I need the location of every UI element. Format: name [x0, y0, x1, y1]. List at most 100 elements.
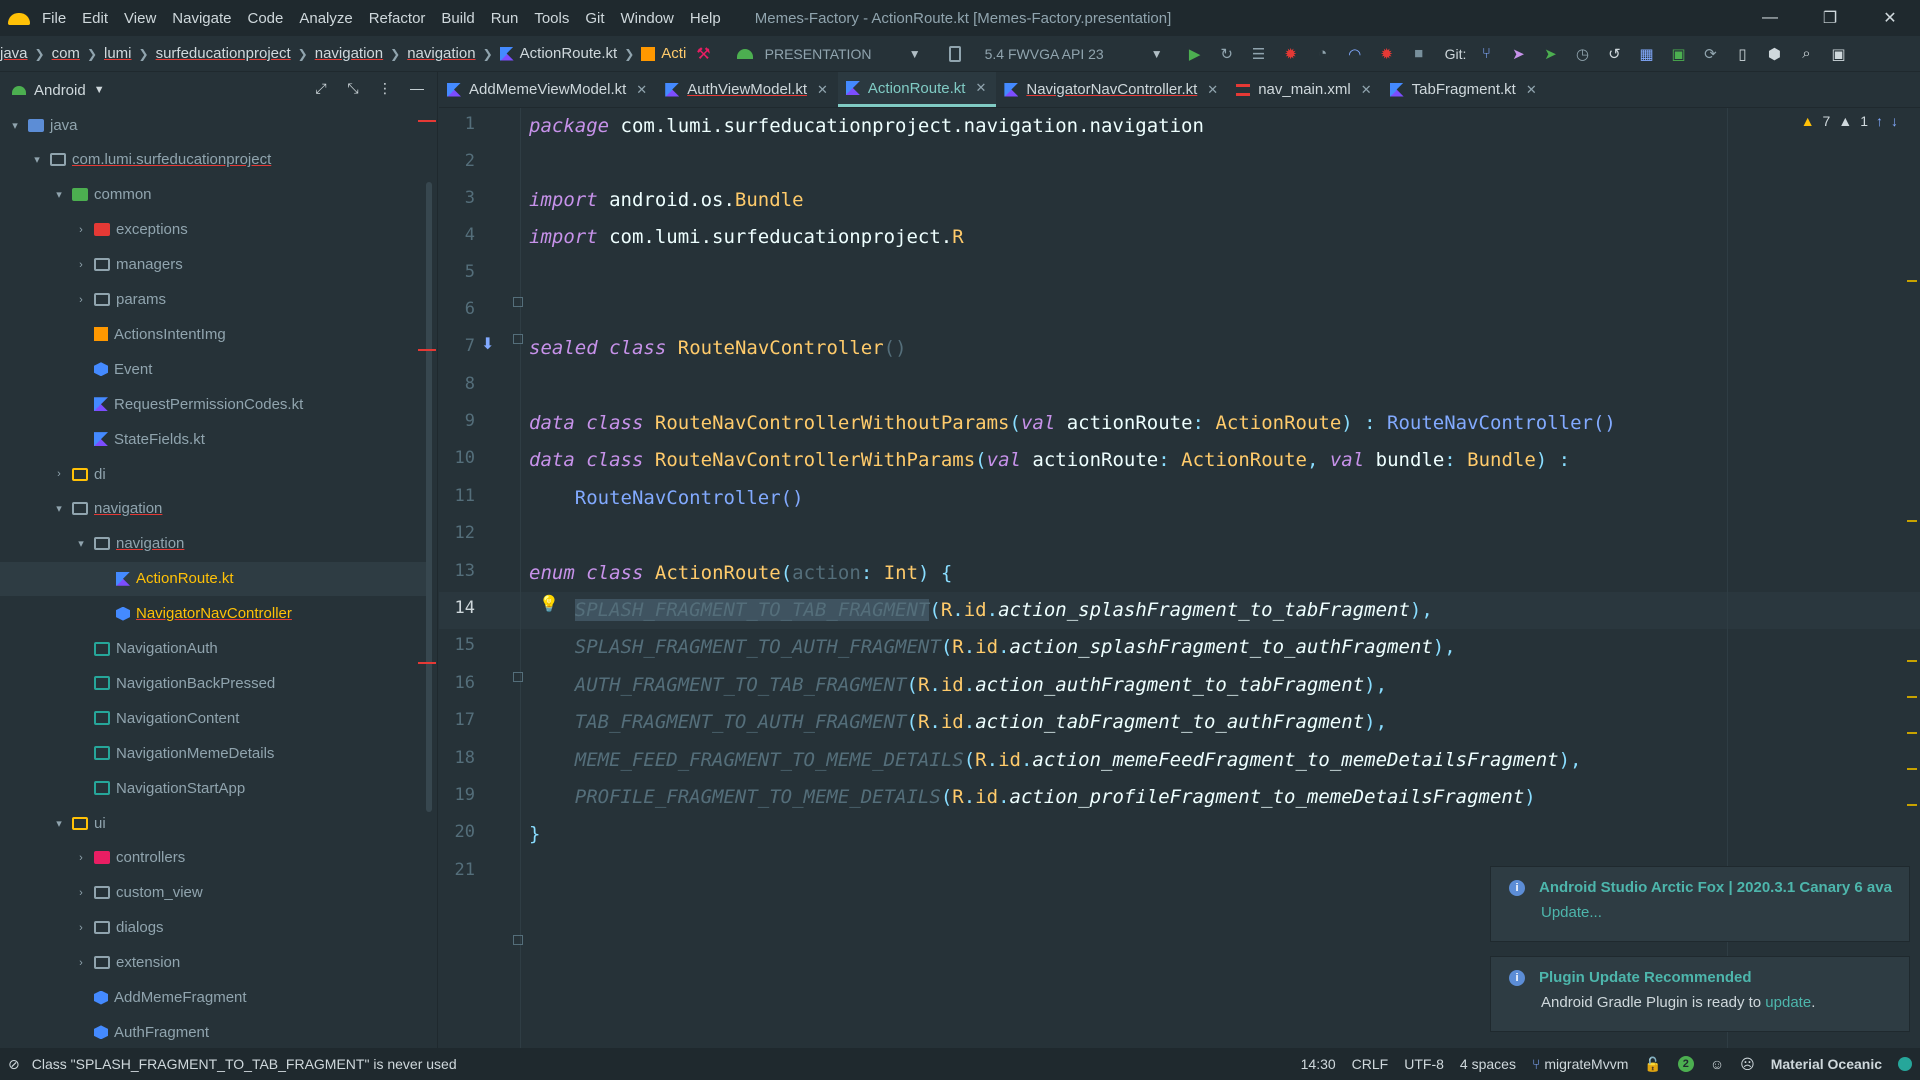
- editor-tab[interactable]: NavigatorNavController.kt ✕: [996, 72, 1228, 107]
- event-log-count[interactable]: 2: [1677, 1056, 1694, 1072]
- sync-gradle-icon[interactable]: ⟳: [1699, 43, 1721, 65]
- tree-item[interactable]: AddMemeFragment: [0, 981, 430, 1015]
- apply-changes-icon[interactable]: ↻: [1216, 43, 1238, 65]
- close-icon[interactable]: ✕: [636, 82, 647, 98]
- previous-highlight-icon[interactable]: ↑: [1876, 113, 1883, 129]
- apply-code-changes-icon[interactable]: ☰: [1248, 43, 1270, 65]
- profile-icon[interactable]: ◠: [1344, 43, 1366, 65]
- tree-item[interactable]: ▾ navigation: [0, 527, 430, 561]
- chevron-right-icon[interactable]: ›: [74, 259, 88, 271]
- tree-item[interactable]: ▾ common: [0, 178, 430, 212]
- breadcrumb-navigation-sub[interactable]: navigation: [407, 45, 475, 62]
- chevron-down-icon[interactable]: ▾: [74, 537, 88, 550]
- menu-edit[interactable]: Edit: [82, 10, 108, 27]
- tree-item[interactable]: ▾ ui: [0, 806, 430, 840]
- tree-item[interactable]: › exceptions: [0, 213, 430, 247]
- tree-item[interactable]: ▾ java: [0, 108, 430, 142]
- feedback-icon[interactable]: ☹: [1740, 1056, 1755, 1073]
- chevron-right-icon[interactable]: ›: [74, 887, 88, 899]
- collapse-all-icon[interactable]: ⤡: [343, 80, 363, 100]
- tree-item[interactable]: › custom_view: [0, 876, 430, 910]
- tree-item[interactable]: NavigatorNavController: [0, 597, 430, 631]
- expand-all-icon[interactable]: ⤢: [311, 80, 331, 100]
- chevron-right-icon[interactable]: ›: [74, 957, 88, 969]
- chevron-right-icon[interactable]: ›: [74, 224, 88, 236]
- chevron-right-icon[interactable]: ›: [74, 852, 88, 864]
- chevron-down-icon[interactable]: ▾: [30, 153, 44, 166]
- tree-item[interactable]: NavigationMemeDetails: [0, 736, 430, 770]
- tree-item[interactable]: › controllers: [0, 841, 430, 875]
- history-icon[interactable]: ◷: [1571, 43, 1593, 65]
- menu-navigate[interactable]: Navigate: [172, 10, 231, 27]
- git-push-icon[interactable]: ➤: [1539, 43, 1561, 65]
- search-icon[interactable]: ⌕: [1795, 43, 1817, 65]
- tree-item[interactable]: › extension: [0, 946, 430, 980]
- editor-tab[interactable]: AuthViewModel.kt ✕: [657, 72, 838, 107]
- line-separator[interactable]: CRLF: [1352, 1056, 1389, 1072]
- inspection-summary[interactable]: ▲ 7 ▲ 1 ↑ ↓: [1801, 108, 1898, 134]
- git-branch[interactable]: migrateMvvm: [1544, 1056, 1628, 1072]
- tree-item[interactable]: RequestPermissionCodes.kt: [0, 387, 430, 421]
- menu-analyze[interactable]: Analyze: [299, 10, 352, 27]
- notification-ide-update[interactable]: i Android Studio Arctic Fox | 2020.3.1 Ca…: [1490, 866, 1910, 942]
- breadcrumb-navigation[interactable]: navigation: [315, 45, 383, 62]
- editor-tab[interactable]: AddMemeViewModel.kt ✕: [439, 72, 657, 107]
- hector-icon[interactable]: ☺: [1710, 1056, 1724, 1072]
- fold-icon[interactable]: [513, 334, 523, 344]
- close-icon[interactable]: ✕: [817, 82, 828, 98]
- chevron-right-icon[interactable]: ›: [52, 468, 66, 480]
- breadcrumb-com[interactable]: com: [52, 45, 80, 62]
- minimize-button[interactable]: —: [1740, 0, 1800, 36]
- implementations-gutter-icon[interactable]: ⬇: [481, 334, 494, 354]
- terminal-icon[interactable]: ▣: [1667, 43, 1689, 65]
- menu-run[interactable]: Run: [491, 10, 519, 27]
- editor-tab[interactable]: nav_main.xml ✕: [1228, 72, 1381, 107]
- breadcrumb-java[interactable]: java: [0, 45, 28, 62]
- sdk-manager-icon[interactable]: ⬢: [1763, 43, 1785, 65]
- next-highlight-icon[interactable]: ↓: [1891, 113, 1898, 129]
- tree-item[interactable]: ▾ navigation: [0, 492, 430, 526]
- breadcrumb-file[interactable]: ActionRoute.kt: [520, 45, 618, 62]
- tree-item[interactable]: › managers: [0, 248, 430, 282]
- indent-setting[interactable]: 4 spaces: [1460, 1056, 1516, 1072]
- tree-item[interactable]: ActionsIntentImg: [0, 317, 430, 351]
- stop-icon[interactable]: ■: [1408, 43, 1430, 65]
- device-select[interactable]: 5.4 FWVGA API 23 ▼: [941, 41, 1171, 67]
- chevron-down-icon[interactable]: ▾: [52, 502, 66, 515]
- breadcrumb-surfeducationproject[interactable]: surfeducationproject: [156, 45, 291, 62]
- tree-item[interactable]: NavigationStartApp: [0, 771, 430, 805]
- update-link[interactable]: Update...: [1541, 904, 1602, 921]
- menu-window[interactable]: Window: [621, 10, 674, 27]
- menu-view[interactable]: View: [124, 10, 156, 27]
- debug-icon[interactable]: ✹: [1280, 43, 1302, 65]
- tree-item[interactable]: NavigationContent: [0, 701, 430, 735]
- close-icon[interactable]: ✕: [1207, 82, 1218, 98]
- menu-tools[interactable]: Tools: [534, 10, 569, 27]
- close-icon[interactable]: ✕: [1361, 82, 1372, 98]
- lock-icon[interactable]: 🔓: [1644, 1056, 1661, 1073]
- tree-item[interactable]: StateFields.kt: [0, 422, 430, 456]
- file-encoding[interactable]: UTF-8: [1404, 1056, 1444, 1072]
- tree-scrollbar[interactable]: [426, 182, 432, 812]
- options-menu-icon[interactable]: ⋮: [375, 80, 395, 100]
- avd-manager-icon[interactable]: ▯: [1731, 43, 1753, 65]
- git-commit-icon[interactable]: ➤: [1507, 43, 1529, 65]
- tree-item[interactable]: AuthFragment: [0, 1015, 430, 1049]
- tree-item[interactable]: ActionRoute.kt: [0, 561, 430, 596]
- run-icon[interactable]: ▶: [1184, 43, 1206, 65]
- chevron-down-icon[interactable]: ▾: [8, 119, 22, 132]
- restore-button[interactable]: ❐: [1800, 0, 1860, 36]
- tree-item[interactable]: › di: [0, 457, 430, 491]
- layout-icon[interactable]: ▦: [1635, 43, 1657, 65]
- fold-icon[interactable]: [513, 297, 523, 307]
- close-window-button[interactable]: ✕: [1860, 0, 1920, 36]
- breadcrumb-lumi[interactable]: lumi: [104, 45, 132, 62]
- hammer-icon[interactable]: ⚒: [696, 44, 710, 64]
- editor-tab[interactable]: ActionRoute.kt ✕: [837, 72, 997, 107]
- close-icon[interactable]: ✕: [1526, 82, 1537, 98]
- coverage-icon[interactable]: ◔: [1312, 43, 1334, 65]
- tree-item[interactable]: Event: [0, 352, 430, 386]
- tree-item[interactable]: › dialogs: [0, 911, 430, 945]
- avatar[interactable]: ▣: [1827, 43, 1849, 65]
- theme-name[interactable]: Material Oceanic: [1771, 1056, 1882, 1072]
